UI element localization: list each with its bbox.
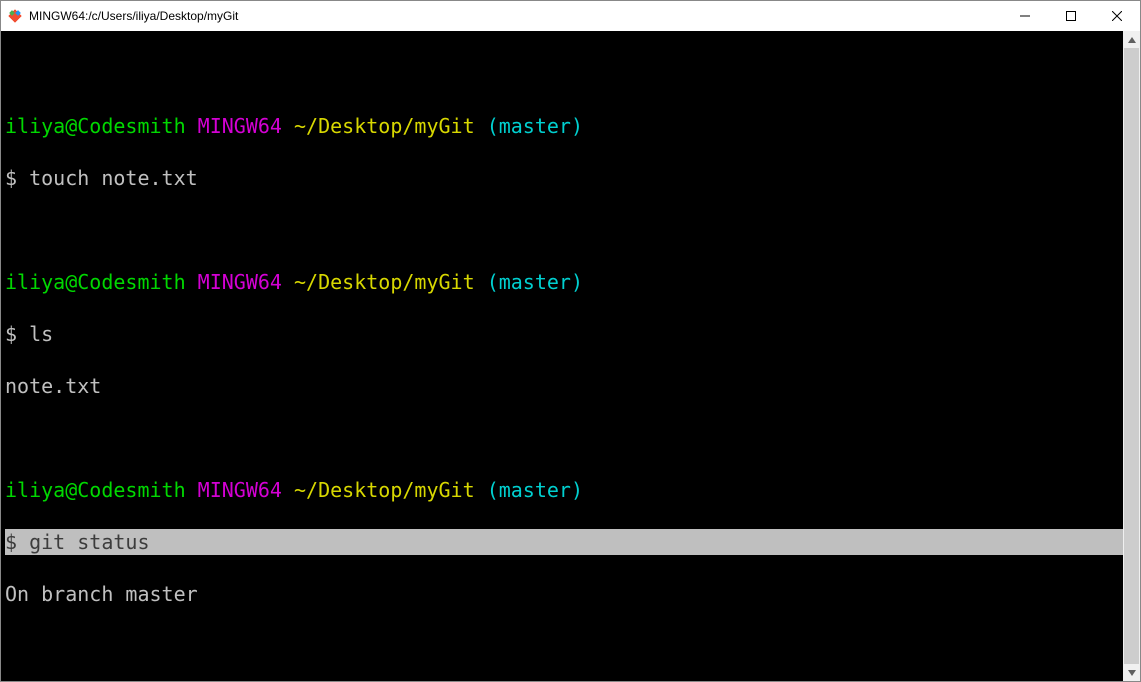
path: ~/Desktop/myGit [294,114,475,138]
user: iliya@Codesmith [5,270,186,294]
prompt-symbol: $ [5,322,17,346]
env: MINGW64 [198,270,282,294]
prompt-line: iliya@Codesmith MINGW64 ~/Desktop/myGit … [5,477,1123,503]
branch: (master) [487,478,583,502]
maximize-button[interactable] [1048,1,1094,31]
user: iliya@Codesmith [5,114,186,138]
blank-line [5,217,1123,243]
blank-line [5,425,1123,451]
path: ~/Desktop/myGit [294,270,475,294]
command: touch note.txt [29,166,198,190]
output-line: On branch master [5,581,1123,607]
window-frame: MINGW64:/c/Users/iliya/Desktop/myGit ili… [0,0,1141,682]
command-line: $ touch note.txt [5,165,1123,191]
vertical-scrollbar[interactable] [1123,31,1140,681]
prompt-symbol: $ [5,530,17,554]
path: ~/Desktop/myGit [294,478,475,502]
branch: (master) [487,270,583,294]
user: iliya@Codesmith [5,478,186,502]
prompt-line: iliya@Codesmith MINGW64 ~/Desktop/myGit … [5,269,1123,295]
branch: (master) [487,114,583,138]
terminal[interactable]: iliya@Codesmith MINGW64 ~/Desktop/myGit … [1,31,1123,681]
app-icon [7,8,23,24]
content-wrap: iliya@Codesmith MINGW64 ~/Desktop/myGit … [1,31,1140,681]
close-button[interactable] [1094,1,1140,31]
command: ls [29,322,53,346]
command: git status [29,530,149,554]
titlebar[interactable]: MINGW64:/c/Users/iliya/Desktop/myGit [1,1,1140,31]
scrollbar-track[interactable] [1123,48,1140,664]
prompt-line: iliya@Codesmith MINGW64 ~/Desktop/myGit … [5,113,1123,139]
env: MINGW64 [198,478,282,502]
command-line: $ ls [5,321,1123,347]
env: MINGW64 [198,114,282,138]
minimize-button[interactable] [1002,1,1048,31]
command-line-highlighted: $ git status [5,529,1123,555]
window-controls [1002,1,1140,31]
blank-line [5,61,1123,87]
output-line: note.txt [5,373,1123,399]
window-title: MINGW64:/c/Users/iliya/Desktop/myGit [29,9,1002,23]
prompt-symbol: $ [5,166,17,190]
blank-line [5,633,1123,659]
scroll-down-button[interactable] [1123,664,1140,681]
scroll-up-button[interactable] [1123,31,1140,48]
scrollbar-thumb[interactable] [1124,48,1139,664]
